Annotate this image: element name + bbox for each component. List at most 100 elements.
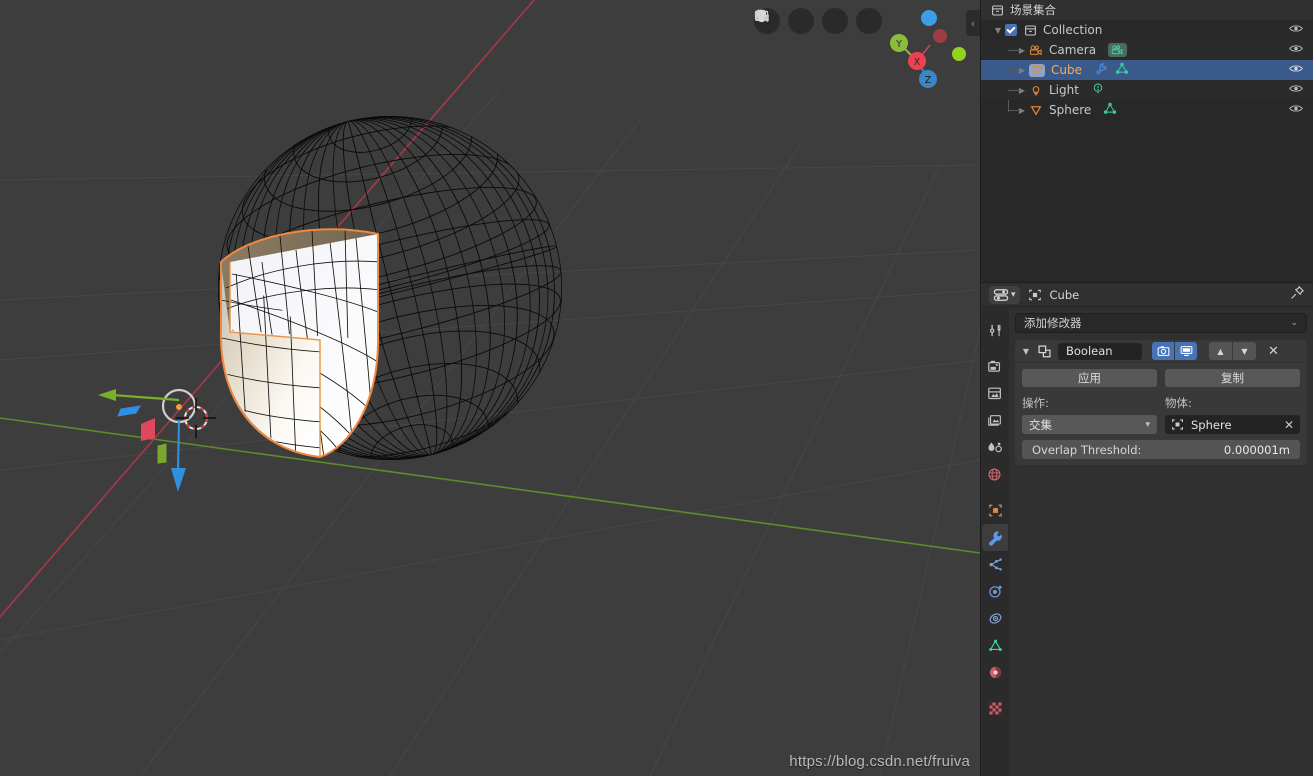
tab-tool[interactable] — [982, 317, 1008, 344]
render-camera-icon — [988, 360, 1001, 372]
modifier-name-field[interactable]: Boolean — [1058, 342, 1142, 360]
properties-tab-strip[interactable] — [981, 307, 1009, 776]
object-column: 物体: Sphere ✕ — [1165, 395, 1300, 434]
visibility-eye-icon[interactable] — [1289, 103, 1303, 117]
pan-view-button[interactable] — [757, 8, 848, 34]
object-label: 物体: — [1165, 396, 1192, 410]
outliner-row-data-icons — [1094, 62, 1129, 78]
tab-view-layer[interactable] — [982, 407, 1008, 434]
outliner-row-cube[interactable]: ▶ Cube — [981, 60, 1313, 80]
move-modifier-up-button[interactable]: ▲ — [1209, 342, 1232, 360]
viewport-visibility-toggle[interactable] — [1175, 342, 1197, 360]
tab-object[interactable] — [982, 497, 1008, 524]
viewport-nav-buttons — [754, 8, 882, 34]
tool-icon — [989, 324, 1001, 337]
tab-material[interactable] — [982, 659, 1008, 686]
outliner-row-collection[interactable]: ▼ Collection — [981, 20, 1313, 40]
boolean-modifier-panel: ▼ Boolean ▲ ▼ ✕ 应用 复制 操作: 交集 ▾ 物体: Spher… — [1015, 340, 1307, 465]
tab-texture[interactable] — [982, 695, 1008, 722]
collection-checkbox[interactable] — [1005, 24, 1017, 36]
delete-modifier-button[interactable]: ✕ — [1268, 345, 1279, 358]
camera-data-icon[interactable] — [1108, 43, 1128, 57]
camera-object-icon — [1030, 44, 1042, 55]
light-data-icon[interactable] — [1091, 82, 1105, 98]
visibility-eye-icon[interactable] — [1289, 43, 1303, 57]
outliner-row-light[interactable]: ▶ Light — [981, 80, 1313, 100]
tab-world[interactable] — [982, 461, 1008, 488]
tab-output[interactable] — [982, 380, 1008, 407]
modifier-panel-area: 添加修改器 ⌄ ▼ Boolean ▲ ▼ ✕ 应用 复制 操作: 交集 ▾ 物… — [1009, 307, 1313, 776]
pin-icon[interactable] — [1290, 285, 1305, 304]
outliner-editor[interactable]: 场景集合 ▼ Collection ▶ Camera ▶ Cube ▶ Ligh… — [980, 0, 1313, 282]
gizmo-z-positive — [921, 10, 937, 26]
tab-scene[interactable] — [982, 434, 1008, 461]
modifier-visibility-toggles — [1152, 342, 1197, 360]
tab-modifiers[interactable] — [982, 524, 1008, 551]
clear-object-button[interactable]: ✕ — [1284, 418, 1294, 432]
apply-modifier-button[interactable]: 应用 — [1022, 369, 1157, 387]
outliner-header: 场景集合 — [981, 0, 1313, 20]
wrench-icon — [989, 530, 1002, 546]
expand-triangle-icon[interactable]: ▼ — [1021, 347, 1031, 356]
tab-particles[interactable] — [982, 551, 1008, 578]
navigation-gizmo[interactable]: Y X Z — [890, 10, 966, 88]
material-sphere-icon — [989, 666, 1001, 679]
object-icon — [1172, 419, 1183, 430]
outliner-item-label: Light — [1049, 83, 1079, 97]
outliner-row-sphere[interactable]: ▶ Sphere — [981, 100, 1313, 120]
outliner-row-camera[interactable]: ▶ Camera — [981, 40, 1313, 60]
zoom-view-button[interactable] — [755, 8, 882, 34]
tab-constraints[interactable] — [982, 605, 1008, 632]
images-layer-icon — [988, 415, 1001, 426]
operation-dropdown[interactable]: 交集 ▾ — [1022, 415, 1157, 434]
scene-cone-droplet-icon — [988, 442, 1002, 453]
scene-collection-label: 场景集合 — [1010, 3, 1056, 17]
outliner-row-data-icons — [1108, 43, 1128, 57]
tab-physics[interactable] — [982, 578, 1008, 605]
3d-viewport[interactable]: Y X Z ‹ https://blog.csdn.net/fruiva — [0, 0, 980, 776]
outliner-item-label: Collection — [1043, 23, 1103, 37]
camera-view-button[interactable] — [755, 8, 814, 34]
chevron-down-icon: ▾ — [1011, 289, 1016, 300]
visibility-eye-icon[interactable] — [1289, 23, 1303, 37]
physics-orbit-icon — [988, 585, 1002, 598]
boolean-modifier-icon — [1038, 344, 1051, 357]
modifier-reorder-buttons: ▲ ▼ — [1209, 342, 1256, 360]
duplicate-modifier-button[interactable]: 复制 — [1165, 369, 1300, 387]
modifier-action-row: 应用 复制 — [1015, 363, 1307, 387]
collection-icon — [992, 5, 1003, 15]
world-globe-icon — [988, 468, 1001, 481]
properties-editor-icon — [993, 288, 1009, 301]
overlap-threshold-label: Overlap Threshold: — [1032, 442, 1142, 457]
outliner-item-label: Camera — [1049, 43, 1097, 57]
viewport-sidebar-collapse-arrow[interactable]: ‹ — [966, 10, 980, 36]
overlap-threshold-slider[interactable]: Overlap Threshold: 0.000001m — [1022, 440, 1300, 459]
mesh-data-triangle-icon — [988, 639, 1002, 651]
printer-output-icon — [988, 387, 1001, 400]
object-picker-field[interactable]: Sphere ✕ — [1165, 415, 1300, 434]
wrench-modifier-icon[interactable] — [1094, 62, 1108, 78]
light-object-icon — [1032, 85, 1040, 95]
mesh-data-icon[interactable] — [1103, 102, 1117, 118]
svg-text:X: X — [914, 57, 921, 68]
outliner-item-label: Sphere — [1049, 103, 1092, 117]
overlap-threshold-value: 0.000001m — [1223, 442, 1290, 457]
visibility-eye-icon[interactable] — [1289, 63, 1303, 77]
editor-type-selector[interactable]: ▾ — [989, 285, 1020, 304]
svg-text:Z: Z — [925, 75, 932, 86]
properties-body: 添加修改器 ⌄ ▼ Boolean ▲ ▼ ✕ 应用 复制 操作: 交集 ▾ 物… — [981, 307, 1313, 776]
properties-editor[interactable]: ▾ Cube 添加修改器 ⌄ ▼ Boolean ▲ ▼ ✕ 应用 复制 操作:… — [980, 282, 1313, 776]
tab-object-data[interactable] — [982, 632, 1008, 659]
add-modifier-label: 添加修改器 — [1024, 316, 1082, 330]
breadcrumb-object-name: Cube — [1049, 287, 1080, 302]
add-modifier-dropdown[interactable]: 添加修改器 ⌄ — [1015, 313, 1307, 333]
viewport-scene: Y X Z — [0, 0, 980, 776]
modifier-fields-row: 操作: 交集 ▾ 物体: Sphere ✕ — [1015, 387, 1307, 434]
visibility-eye-icon[interactable] — [1289, 83, 1303, 97]
disclosure-triangle-icon[interactable]: ▼ — [991, 26, 1005, 35]
render-visibility-toggle[interactable] — [1152, 342, 1174, 360]
operation-column: 操作: 交集 ▾ — [1022, 395, 1157, 434]
mesh-data-icon[interactable] — [1115, 62, 1129, 78]
move-modifier-down-button[interactable]: ▼ — [1233, 342, 1256, 360]
tab-render[interactable] — [982, 353, 1008, 380]
